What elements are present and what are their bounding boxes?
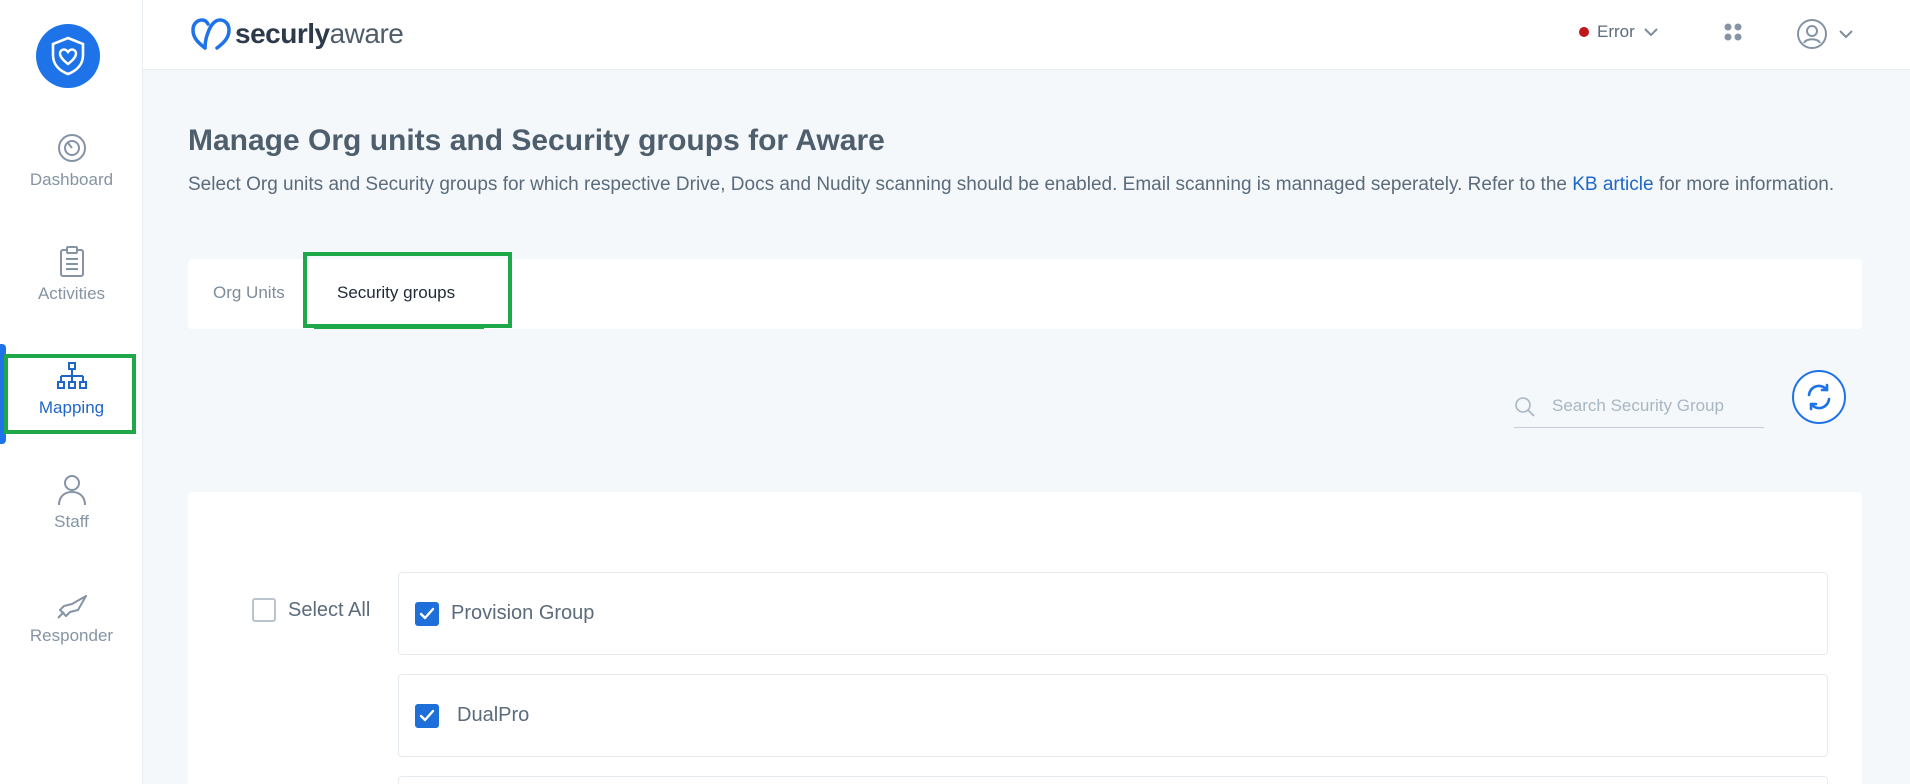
brand-name: securlyaware <box>235 18 404 49</box>
select-all-label: Select All <box>288 598 371 621</box>
sidebar-item-dashboard[interactable]: Dashboard <box>0 132 143 190</box>
brand-logo[interactable]: securlyaware <box>191 16 404 52</box>
sidebar-item-staff[interactable]: Staff <box>0 474 143 532</box>
search-icon <box>1515 397 1535 417</box>
group-row-provision-group[interactable]: Provision Group <box>398 572 1828 655</box>
clipboard-icon <box>59 246 84 277</box>
megaphone-icon <box>56 595 87 619</box>
refresh-button[interactable] <box>1792 370 1846 424</box>
sidebar-item-label: Activities <box>37 284 106 303</box>
shield-heart-icon <box>51 36 85 76</box>
status-dropdown[interactable]: Error <box>1579 22 1659 42</box>
chevron-down-icon <box>1839 30 1853 39</box>
sidebar-item-activities[interactable]: Activities <box>0 246 143 304</box>
checkmark-icon <box>419 709 435 721</box>
search-security-group <box>1514 388 1764 428</box>
page-description: Select Org units and Security groups for… <box>188 174 1835 195</box>
checkmark-icon <box>419 607 435 619</box>
sidebar-item-responder[interactable]: Responder <box>0 592 143 646</box>
org-chart-icon <box>56 362 87 389</box>
search-input[interactable] <box>1552 392 1757 420</box>
select-all-checkbox[interactable]: Select All <box>252 598 370 622</box>
user-icon <box>57 475 86 506</box>
group-name: DualPro <box>457 704 530 726</box>
user-avatar-icon <box>1797 19 1827 49</box>
active-tab-underline <box>314 325 484 329</box>
chevron-down-icon <box>1644 28 1658 37</box>
apps-grid-button[interactable] <box>1723 22 1743 47</box>
gauge-icon <box>57 134 86 162</box>
group-row-partial[interactable] <box>398 776 1828 784</box>
sidebar: Dashboard Activities Mapping Staff Respo… <box>0 0 143 784</box>
user-menu[interactable] <box>1796 18 1854 50</box>
status-label: Error <box>1597 22 1635 41</box>
tab-security-groups[interactable]: Security groups <box>337 283 455 303</box>
checkbox-checked[interactable] <box>415 703 439 728</box>
sidebar-item-label: Staff <box>54 512 89 531</box>
tab-org-units[interactable]: Org Units <box>213 283 285 303</box>
apps-grid-icon <box>1724 23 1742 41</box>
group-name: Provision Group <box>451 602 595 624</box>
checkbox-checked[interactable] <box>415 601 439 626</box>
brand-heart-icon <box>191 18 231 50</box>
sidebar-item-label: Mapping <box>38 398 105 417</box>
refresh-icon <box>1807 383 1831 411</box>
status-dot <box>1579 27 1589 37</box>
kb-article-link[interactable]: KB article <box>1572 174 1653 195</box>
sidebar-item-label: Responder <box>29 626 114 645</box>
top-header: securlyaware Error <box>143 0 1910 70</box>
checkbox-unchecked[interactable] <box>252 598 276 622</box>
group-row-dualpro[interactable]: DualPro <box>398 674 1828 757</box>
tabs-bar: Org Units Security groups <box>188 259 1862 329</box>
sidebar-item-mapping[interactable]: Mapping <box>0 362 143 418</box>
security-groups-panel: Select All Provision Group DualPro <box>188 492 1862 784</box>
page-title: Manage Org units and Security groups for… <box>188 124 885 157</box>
app-logo[interactable] <box>36 24 100 88</box>
sidebar-item-label: Dashboard <box>29 170 114 189</box>
